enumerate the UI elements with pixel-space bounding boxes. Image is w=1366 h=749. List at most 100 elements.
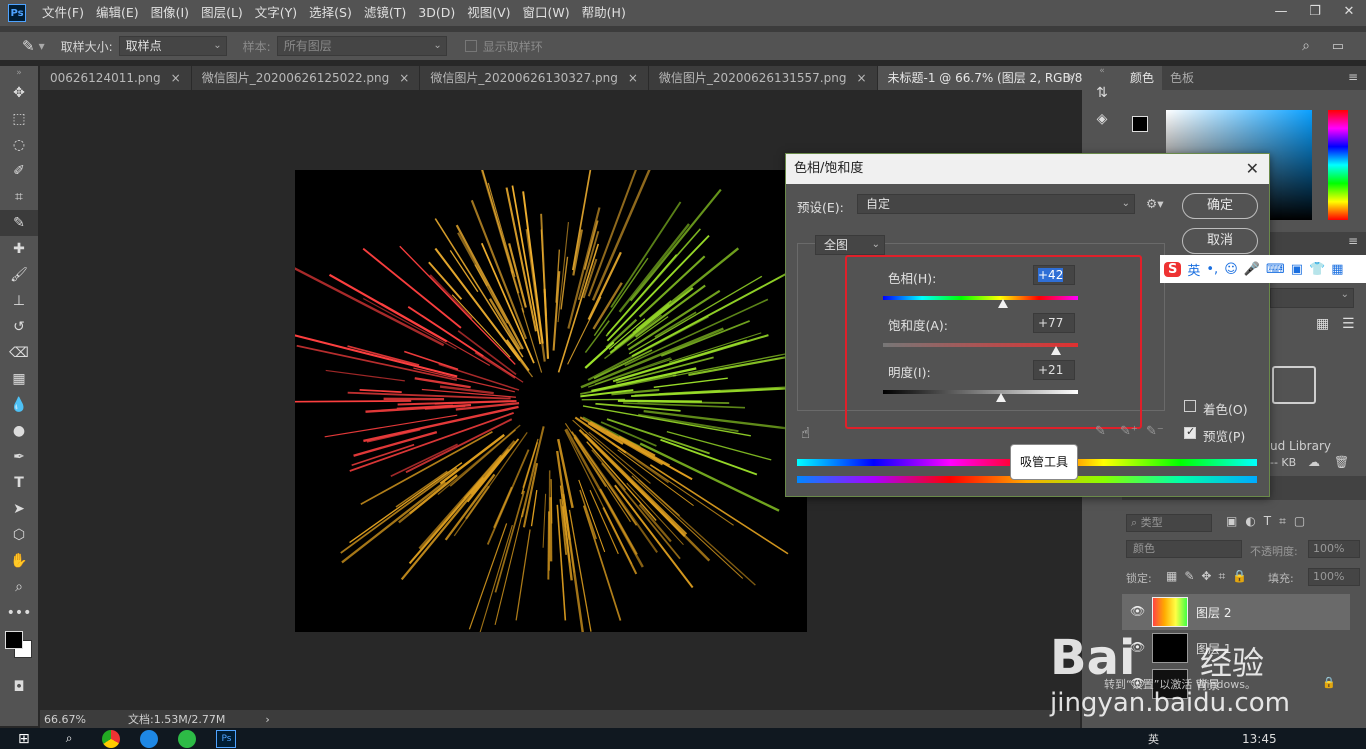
foreground-swatch[interactable] xyxy=(1132,116,1148,132)
preset-dropdown-icon[interactable]: ▾ xyxy=(39,39,45,53)
crop-tool-icon[interactable]: ⌗ xyxy=(0,184,38,210)
minimize-button[interactable]: — xyxy=(1264,0,1298,26)
trash-icon[interactable]: 🗑 xyxy=(1334,455,1349,469)
colorize-checkbox[interactable] xyxy=(1184,400,1196,412)
ime-punctuation[interactable]: •, xyxy=(1206,262,1218,277)
sample-select[interactable]: 所有图层 ⌄ xyxy=(276,36,447,56)
cancel-button[interactable]: 取消 xyxy=(1182,228,1258,254)
tab-color[interactable]: 颜色 xyxy=(1122,66,1163,90)
preview-checkbox[interactable] xyxy=(1184,425,1196,439)
dodge-tool-icon[interactable]: ● xyxy=(0,418,38,444)
more-tools-icon[interactable]: ••• xyxy=(0,600,38,626)
menu-view[interactable]: 视图(V) xyxy=(461,0,516,26)
photoshop-taskbar-icon[interactable]: Ps xyxy=(216,729,237,748)
move-tool-icon[interactable]: ✥ xyxy=(0,80,38,106)
tab-doc-1[interactable]: 00626124011.png × xyxy=(40,66,192,90)
grid-view-icon[interactable]: ▦ xyxy=(1316,316,1329,332)
close-icon[interactable]: × xyxy=(399,66,409,90)
chrome-icon[interactable] xyxy=(102,729,121,748)
fill-field[interactable]: 100% xyxy=(1308,568,1360,586)
history-panel-icon[interactable]: ⇅ xyxy=(1082,80,1122,106)
close-icon[interactable]: × xyxy=(628,66,638,90)
lasso-tool-icon[interactable]: ◌ xyxy=(0,132,38,158)
eye-icon[interactable]: 👁 xyxy=(1130,604,1145,618)
marquee-tool-icon[interactable]: ⬚ xyxy=(0,106,38,132)
channel-select[interactable]: 全图 ⌄ xyxy=(815,235,885,255)
preset-select[interactable]: 自定 ⌄ xyxy=(857,194,1135,214)
tab-doc-2[interactable]: 微信图片_20200626125022.png × xyxy=(192,66,421,90)
list-view-icon[interactable]: ☰ xyxy=(1342,316,1355,332)
eyedropper-plus-icon[interactable]: ✎⁺ xyxy=(1120,424,1138,439)
document-canvas[interactable] xyxy=(295,170,807,632)
wechat-icon[interactable] xyxy=(178,729,197,748)
taskbar-time[interactable]: 13:45 xyxy=(1242,732,1277,746)
menu-select[interactable]: 选择(S) xyxy=(303,0,358,26)
eyedropper-icon[interactable]: ✎ xyxy=(1095,424,1106,439)
show-ring-checkbox[interactable] xyxy=(464,40,477,52)
sample-size-select[interactable]: 取样点 ⌄ xyxy=(118,36,227,56)
on-image-adjust-icon[interactable]: ☝ xyxy=(801,424,810,442)
search-icon[interactable]: ⌕ xyxy=(1302,38,1310,54)
workspace-icon[interactable]: ▭ xyxy=(1332,39,1344,54)
windows-start-icon[interactable]: ⊞ xyxy=(18,731,30,747)
gradient-tool-icon[interactable]: ▦ xyxy=(0,366,38,392)
healing-tool-icon[interactable]: ✚ xyxy=(0,236,38,262)
shirt-icon[interactable]: 👕 xyxy=(1309,262,1325,277)
close-window-button[interactable]: ✕ xyxy=(1332,0,1366,26)
menu-layer[interactable]: 图层(L) xyxy=(195,0,249,26)
eyedropper-icon[interactable]: ✎ xyxy=(22,37,35,55)
zoom-tool-icon[interactable]: ⌕ xyxy=(0,574,38,600)
layer-filter-select[interactable]: ⌕ 类型 xyxy=(1126,514,1212,532)
ok-button[interactable]: 确定 xyxy=(1182,193,1258,219)
menu-image[interactable]: 图像(I) xyxy=(145,0,195,26)
pen-tool-icon[interactable]: ✒ xyxy=(0,444,38,470)
panel-menu-icon[interactable]: ≡ xyxy=(1348,234,1358,248)
foreground-color-swatch[interactable] xyxy=(5,631,23,649)
menu-edit[interactable]: 编辑(E) xyxy=(90,0,145,26)
menu-file[interactable]: 文件(F) xyxy=(36,0,90,26)
menu-help[interactable]: 帮助(H) xyxy=(576,0,632,26)
tab-doc-4[interactable]: 微信图片_20200626131557.png × xyxy=(649,66,878,90)
keyboard-icon[interactable]: ⌨ xyxy=(1266,262,1285,277)
search-icon[interactable]: ⌕ xyxy=(66,731,73,746)
layer-row-selected[interactable]: 👁 图层 2 xyxy=(1122,594,1350,630)
close-icon[interactable]: × xyxy=(856,66,866,90)
restore-button[interactable]: ❐ xyxy=(1298,0,1332,26)
collapse-icon[interactable]: » xyxy=(0,66,38,80)
emoji-icon[interactable]: ☺ xyxy=(1224,262,1238,277)
close-icon[interactable]: ✕ xyxy=(1246,154,1259,184)
status-arrow-icon[interactable]: › xyxy=(265,713,269,726)
library-select[interactable]: ⌄ xyxy=(1270,288,1354,308)
layer-filter-icons[interactable]: ▣◐T⌗▢ xyxy=(1226,514,1313,529)
menu-3d[interactable]: 3D(D) xyxy=(412,0,461,26)
menu-filter[interactable]: 滤镜(T) xyxy=(358,0,412,26)
tabs-overflow-icon[interactable]: » xyxy=(1067,66,1074,88)
menu-window[interactable]: 窗口(W) xyxy=(517,0,576,26)
gear-icon[interactable]: ⚙▾ xyxy=(1146,196,1163,211)
panel-menu-icon[interactable]: ≡ xyxy=(1348,66,1358,90)
zoom-level[interactable]: 66.67% xyxy=(44,713,114,726)
3d-panel-icon[interactable]: ◈ xyxy=(1082,106,1122,132)
brush-tool-icon[interactable]: 🖌 xyxy=(0,262,38,288)
tab-doc-3[interactable]: 微信图片_20200626130327.png × xyxy=(420,66,649,90)
opacity-field[interactable]: 100% xyxy=(1308,540,1360,558)
quick-select-tool-icon[interactable]: ✐ xyxy=(0,158,38,184)
lock-icons[interactable]: ▦✎✥⌗🔒 xyxy=(1166,569,1254,584)
hue-slider[interactable] xyxy=(1328,110,1348,220)
eyedropper-tool-icon[interactable]: ✎ xyxy=(0,210,38,236)
hand-tool-icon[interactable]: ✋ xyxy=(0,548,38,574)
mic-icon[interactable]: 🎤 xyxy=(1244,262,1260,277)
type-tool-icon[interactable]: T xyxy=(0,470,38,496)
sogou-logo-icon[interactable]: S xyxy=(1164,261,1182,277)
collapse-icon[interactable]: « xyxy=(1082,66,1122,80)
app-icon[interactable] xyxy=(140,729,159,748)
ime-language[interactable]: 英 xyxy=(1187,260,1200,279)
blend-mode-select[interactable]: 颜色 xyxy=(1126,540,1242,558)
menu-type[interactable]: 文字(Y) xyxy=(249,0,303,26)
color-swatches[interactable] xyxy=(0,626,38,674)
taskbar-lang[interactable]: 英 xyxy=(1148,731,1159,747)
shape-tool-icon[interactable]: ⬡ xyxy=(0,522,38,548)
path-select-icon[interactable]: ➤ xyxy=(0,496,38,522)
stamp-tool-icon[interactable]: ⊥ xyxy=(0,288,38,314)
history-brush-icon[interactable]: ↺ xyxy=(0,314,38,340)
